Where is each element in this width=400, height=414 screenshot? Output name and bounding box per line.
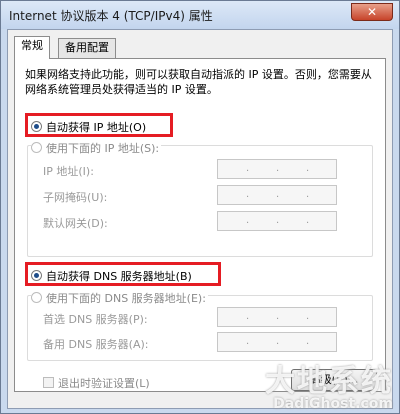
preferred-dns-input[interactable]: ...: [217, 307, 337, 327]
watermark-en: DadiGhost.com: [273, 396, 393, 412]
alternate-dns-input[interactable]: ...: [217, 332, 337, 352]
general-tab-panel: 如果网络支持此功能，则可以获取自动指派的 IP 设置。否则，您需要从网络系统管理…: [14, 58, 386, 392]
dns-auto-option[interactable]: 自动获得 DNS 服务器地址(B): [31, 268, 192, 284]
close-button[interactable]: ✕: [351, 3, 393, 21]
dns-auto-label: 自动获得 DNS 服务器地址(B): [46, 270, 192, 283]
subnet-mask-input[interactable]: ...: [217, 185, 337, 205]
properties-window: Internet 协议版本 4 (TCP/IPv4) 属性 ✕ 常规 备用配置 …: [0, 0, 400, 414]
radio-icon[interactable]: [31, 292, 42, 303]
alternate-dns-label: 备用 DNS 服务器(A):: [43, 338, 149, 351]
title-bar[interactable]: Internet 协议版本 4 (TCP/IPv4) 属性 ✕: [1, 1, 399, 29]
watermark-cn: 大地系统: [265, 364, 393, 399]
description-text: 如果网络支持此功能，则可以获取自动指派的 IP 设置。否则，您需要从网络系统管理…: [25, 68, 372, 96]
dns-manual-option[interactable]: 使用下面的 DNS 服务器地址(E):: [31, 290, 208, 306]
default-gateway-label: 默认网关(D):: [43, 217, 108, 230]
ip-address-input[interactable]: ...: [217, 159, 337, 179]
tab-general[interactable]: 常规: [14, 36, 50, 59]
radio-icon[interactable]: [31, 121, 42, 132]
radio-icon[interactable]: [31, 270, 42, 281]
window-title: Internet 协议版本 4 (TCP/IPv4) 属性: [9, 9, 213, 23]
checkbox-icon[interactable]: [43, 377, 54, 388]
dialog-client: 常规 备用配置 如果网络支持此功能，则可以获取自动指派的 IP 设置。否则，您需…: [7, 29, 393, 409]
validate-settings-label: 退出时验证设置(L): [58, 377, 150, 390]
ip-manual-label: 使用下面的 IP 地址(S):: [46, 142, 160, 155]
validate-settings-option[interactable]: 退出时验证设置(L): [43, 375, 150, 391]
tab-alternate-config[interactable]: 备用配置: [58, 38, 116, 58]
ip-auto-option[interactable]: 自动获得 IP 地址(O): [31, 119, 146, 135]
watermark: 大地系统 DadiGhost.com: [265, 364, 393, 412]
dns-manual-label: 使用下面的 DNS 服务器地址(E):: [46, 292, 206, 305]
preferred-dns-label: 首选 DNS 服务器(P):: [43, 313, 148, 326]
ip-auto-label: 自动获得 IP 地址(O): [46, 121, 147, 134]
ip-address-label: IP 地址(I):: [43, 165, 94, 178]
radio-icon[interactable]: [31, 142, 42, 153]
ip-manual-option[interactable]: 使用下面的 IP 地址(S):: [31, 140, 162, 156]
default-gateway-input[interactable]: ...: [217, 211, 337, 231]
subnet-mask-label: 子网掩码(U):: [43, 191, 108, 204]
